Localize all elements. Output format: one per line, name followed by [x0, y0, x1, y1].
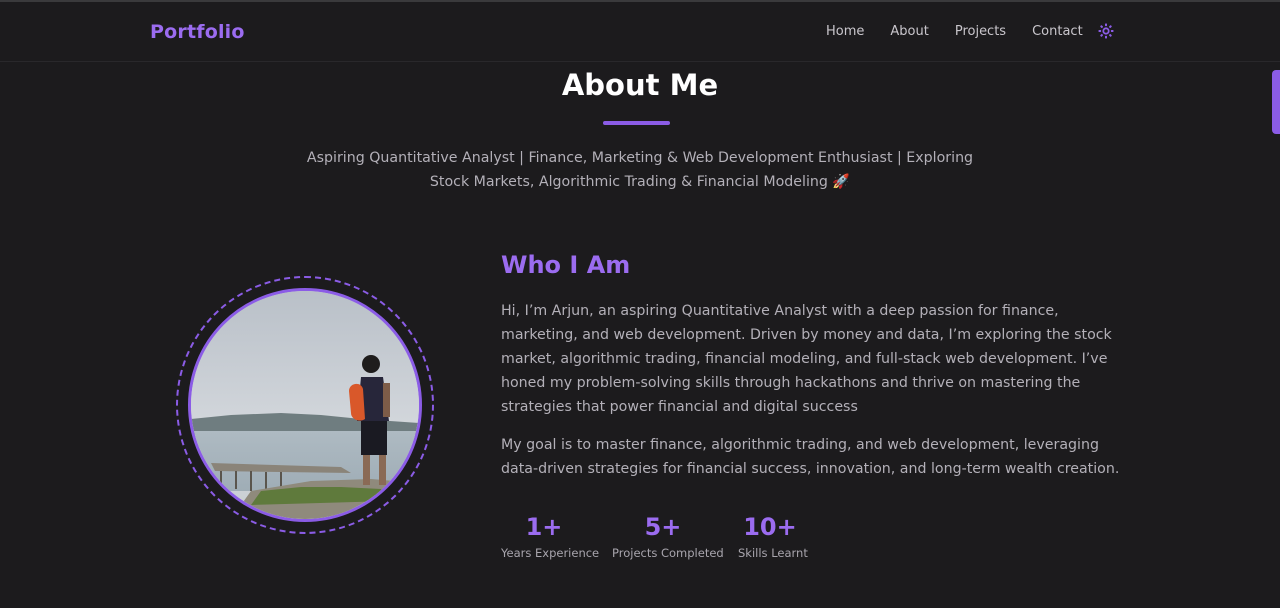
- title-underline: [603, 121, 670, 125]
- stat-value: 5+: [644, 513, 682, 541]
- nav-link-projects[interactable]: Projects: [955, 24, 1006, 39]
- navbar: Portfolio Home About Projects Contact: [0, 2, 1280, 62]
- nav-link-contact[interactable]: Contact: [1032, 24, 1083, 39]
- nav-link-about[interactable]: About: [890, 24, 928, 39]
- stat-label: Skills Learnt: [738, 546, 808, 560]
- stat-value: 10+: [743, 513, 797, 541]
- profile-photo-frame: [176, 276, 434, 534]
- nav-link-home[interactable]: Home: [826, 24, 864, 39]
- page-title: About Me: [561, 68, 719, 102]
- nav-links: Home About Projects Contact: [826, 24, 1109, 39]
- sun-icon[interactable]: [1098, 23, 1114, 39]
- profile-photo: [188, 288, 422, 522]
- goal-paragraph: My goal is to master finance, algorithmi…: [501, 437, 1120, 477]
- bio-paragraph: Hi, I’m Arjun, an aspiring Quantitative …: [501, 303, 1112, 415]
- stat-label: Projects Completed: [612, 546, 724, 560]
- stat-experience: 1+ Years Experience: [501, 512, 600, 560]
- stat-skills: 10+ Skills Learnt: [738, 512, 808, 560]
- stat-projects: 5+ Projects Completed: [612, 512, 724, 560]
- logo[interactable]: Portfolio: [150, 21, 245, 43]
- stat-label: Years Experience: [501, 546, 600, 560]
- subtitle: Aspiring Quantitative Analyst | Finance,…: [306, 150, 974, 190]
- stat-value: 1+: [525, 513, 563, 541]
- profile-photo-illustration: [191, 291, 419, 519]
- section-heading: Who I Am: [501, 251, 631, 279]
